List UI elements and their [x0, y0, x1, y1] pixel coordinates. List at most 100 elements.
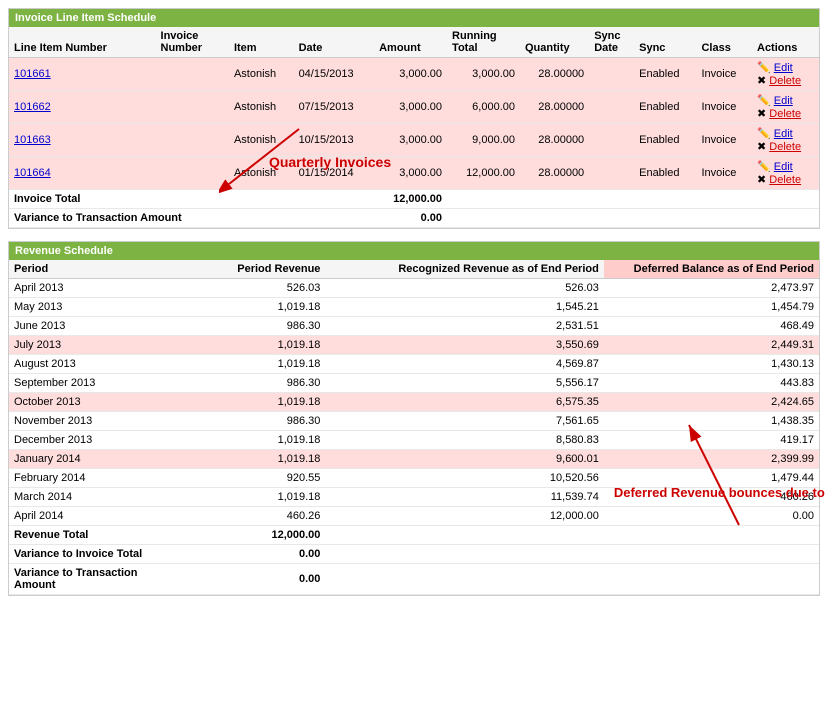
rev-period-revenue-4: 1,019.18 — [186, 355, 325, 374]
rev-total-label: Revenue Total — [9, 526, 186, 545]
col-sync: Sync — [634, 27, 696, 58]
col-sync-date: SyncDate — [589, 27, 634, 58]
invoice-total-label: Invoice Total — [9, 190, 229, 209]
rev-total-amount: 12,000.00 — [186, 526, 325, 545]
col-item: Item — [229, 27, 294, 58]
rev-variance-transaction-spacer2 — [604, 564, 819, 595]
rev-period-revenue-10: 920.55 — [186, 469, 325, 488]
rev-total-spacer1 — [325, 526, 603, 545]
rev-period-10: February 2014 — [9, 469, 186, 488]
invoice-date-0: 04/15/2013 — [294, 58, 375, 91]
rev-recognized-8: 8,580.83 — [325, 431, 603, 450]
rev-period-12: April 2014 — [9, 507, 186, 526]
delete-link-0[interactable]: Delete — [769, 75, 801, 87]
invoice-sync-3: Enabled — [634, 157, 696, 190]
delete-link-1[interactable]: Delete — [769, 108, 801, 120]
rev-recognized-5: 5,556.17 — [325, 374, 603, 393]
invoice-class-3: Invoice — [696, 157, 752, 190]
rev-period-revenue-7: 986.30 — [186, 412, 325, 431]
col-date: Date — [294, 27, 375, 58]
edit-link-3[interactable]: Edit — [774, 161, 793, 173]
col-running-total: RunningTotal — [447, 27, 520, 58]
invoice-quantity-0: 28.00000 — [520, 58, 589, 91]
invoice-sync-0: Enabled — [634, 58, 696, 91]
rev-period-8: December 2013 — [9, 431, 186, 450]
rev-col-period-revenue: Period Revenue — [186, 260, 325, 279]
rev-period-revenue-2: 986.30 — [186, 317, 325, 336]
rev-recognized-7: 7,561.65 — [325, 412, 603, 431]
col-quantity: Quantity — [520, 27, 589, 58]
revenue-row-2: June 2013 986.30 2,531.51 468.49 — [9, 317, 819, 336]
revenue-row-3: July 2013 1,019.18 3,550.69 2,449.31 — [9, 336, 819, 355]
rev-deferred-4: 1,430.13 — [604, 355, 819, 374]
rev-variance-transaction-spacer1 — [325, 564, 603, 595]
rev-period-4: August 2013 — [9, 355, 186, 374]
rev-period-revenue-3: 1,019.18 — [186, 336, 325, 355]
invoice-sync-date-0 — [589, 58, 634, 91]
invoice-amount-2: 3,000.00 — [374, 124, 447, 157]
rev-period-revenue-0: 526.03 — [186, 279, 325, 298]
rev-period-9: January 2014 — [9, 450, 186, 469]
quarterly-arrow — [219, 119, 319, 199]
rev-recognized-4: 4,569.87 — [325, 355, 603, 374]
invoice-quantity-2: 28.00000 — [520, 124, 589, 157]
rev-recognized-11: 11,539.74 — [325, 488, 603, 507]
invoice-number-1 — [156, 91, 229, 124]
variance-label: Variance to Transaction Amount — [9, 209, 229, 228]
deferred-revenue-arrow — [679, 415, 759, 535]
rev-period-5: September 2013 — [9, 374, 186, 393]
invoice-running-total-2: 9,000.00 — [447, 124, 520, 157]
invoice-row-1: 101662 Astonish 07/15/2013 3,000.00 6,00… — [9, 91, 819, 124]
invoice-running-total-0: 3,000.00 — [447, 58, 520, 91]
revenue-table: Period Period Revenue Recognized Revenue… — [9, 260, 819, 595]
invoice-line-item-0[interactable]: 101661 — [9, 58, 156, 91]
invoice-class-1: Invoice — [696, 91, 752, 124]
rev-deferred-2: 468.49 — [604, 317, 819, 336]
revenue-section-title: Revenue Schedule — [15, 245, 113, 257]
invoice-table: Line Item Number InvoiceNumber Item Date… — [9, 27, 819, 228]
invoice-number-0 — [156, 58, 229, 91]
invoice-line-item-1[interactable]: 101662 — [9, 91, 156, 124]
invoice-total-spacer — [447, 190, 819, 209]
rev-recognized-10: 10,520.56 — [325, 469, 603, 488]
edit-link-0[interactable]: Edit — [774, 62, 793, 74]
invoice-sync-date-3 — [589, 157, 634, 190]
edit-link-2[interactable]: Edit — [774, 128, 793, 140]
invoice-sync-date-2 — [589, 124, 634, 157]
invoice-actions-3: ✏️ Edit ✖ Delete — [752, 157, 819, 190]
rev-period-revenue-5: 986.30 — [186, 374, 325, 393]
rev-period-3: July 2013 — [9, 336, 186, 355]
edit-link-1[interactable]: Edit — [774, 95, 793, 107]
revenue-section: Revenue Schedule Period Period Revenue R… — [8, 241, 820, 596]
rev-recognized-2: 2,531.51 — [325, 317, 603, 336]
variance-spacer — [447, 209, 819, 228]
rev-period-revenue-1: 1,019.18 — [186, 298, 325, 317]
rev-recognized-9: 9,600.01 — [325, 450, 603, 469]
rev-col-deferred: Deferred Balance as of End Period — [604, 260, 819, 279]
invoice-amount-1: 3,000.00 — [374, 91, 447, 124]
invoice-line-item-2[interactable]: 101663 — [9, 124, 156, 157]
invoice-item-0: Astonish — [229, 58, 294, 91]
rev-variance-transaction-label: Variance to Transaction Amount — [9, 564, 186, 595]
rev-variance-transaction-row: Variance to Transaction Amount 0.00 — [9, 564, 819, 595]
rev-col-recognized: Recognized Revenue as of End Period — [325, 260, 603, 279]
rev-period-7: November 2013 — [9, 412, 186, 431]
rev-variance-invoice-label: Variance to Invoice Total — [9, 545, 186, 564]
invoice-line-item-3[interactable]: 101664 — [9, 157, 156, 190]
invoice-sync-1: Enabled — [634, 91, 696, 124]
variance-amount: 0.00 — [374, 209, 447, 228]
delete-link-2[interactable]: Delete — [769, 141, 801, 153]
revenue-header-row: Period Period Revenue Recognized Revenue… — [9, 260, 819, 279]
rev-deferred-5: 443.83 — [604, 374, 819, 393]
invoice-row-3: 101664 Astonish 01/15/2014 3,000.00 12,0… — [9, 157, 819, 190]
rev-period-revenue-6: 1,019.18 — [186, 393, 325, 412]
rev-period-revenue-11: 1,019.18 — [186, 488, 325, 507]
delete-link-3[interactable]: Delete — [769, 174, 801, 186]
invoice-actions-0: ✏️ Edit ✖ Delete — [752, 58, 819, 91]
rev-deferred-6: 2,424.65 — [604, 393, 819, 412]
invoice-section-title: Invoice Line Item Schedule — [15, 12, 156, 24]
rev-annotation-cell: Deferred Revenue bounces due to quartely… — [604, 545, 819, 564]
revenue-row-4: August 2013 1,019.18 4,569.87 1,430.13 — [9, 355, 819, 374]
col-amount: Amount — [374, 27, 447, 58]
rev-variance-invoice-spacer1 — [325, 545, 603, 564]
